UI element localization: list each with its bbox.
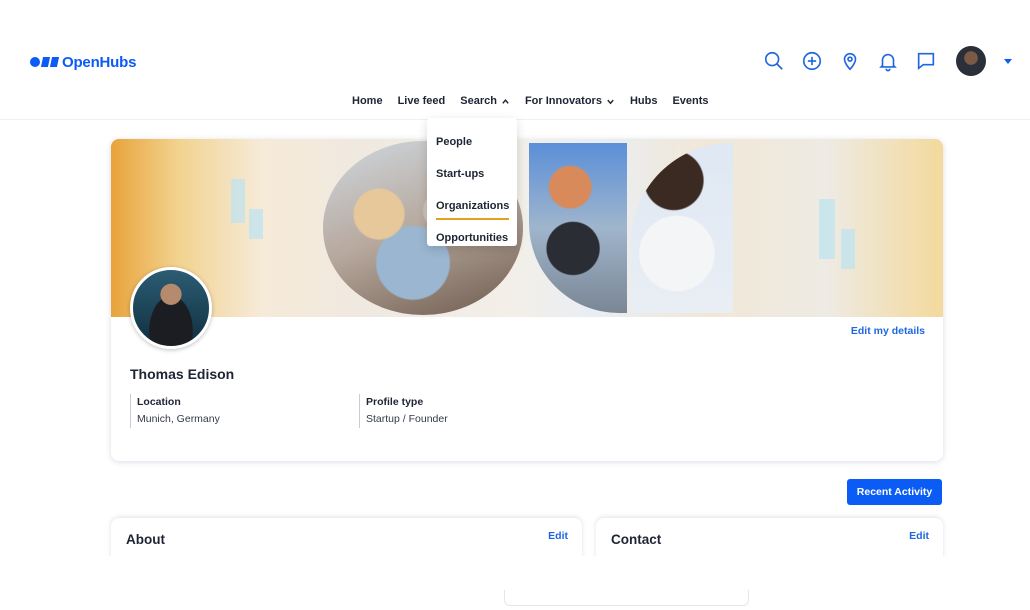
profile-name: Thomas Edison <box>130 366 235 382</box>
user-avatar[interactable] <box>956 46 986 76</box>
location-value: Munich, Germany <box>137 413 220 425</box>
search-dropdown-menu: People Start-ups Organizations Opportuni… <box>427 118 517 246</box>
nav-label: Events <box>672 95 709 107</box>
search-icon[interactable] <box>762 49 786 73</box>
dropdown-item-start-ups[interactable]: Start-ups <box>427 158 517 190</box>
dropdown-item-organizations[interactable]: Organizations <box>427 190 517 222</box>
about-edit-link[interactable]: Edit <box>548 530 568 542</box>
nav-label: Hubs <box>629 95 658 107</box>
openhubs-logo[interactable]: OpenHubs <box>30 52 136 72</box>
location-field: Location Munich, Germany <box>130 394 220 428</box>
cover-decoration <box>841 229 855 269</box>
dropdown-item-people[interactable]: People <box>427 126 517 158</box>
main-nav: Home Live feed Search For Innovators Hub… <box>352 95 709 107</box>
bell-icon[interactable] <box>876 49 900 73</box>
nav-label: Live feed <box>397 95 446 107</box>
cover-decoration <box>819 199 835 259</box>
edit-details-link[interactable]: Edit my details <box>851 325 925 337</box>
nav-label: Home <box>352 95 383 107</box>
bottom-tab-handle[interactable] <box>504 590 749 606</box>
cover-photo-woman <box>529 143 627 313</box>
dropdown-item-opportunities[interactable]: Opportunities <box>427 222 517 254</box>
profile-card: Edit my details Thomas Edison Location M… <box>111 139 943 461</box>
nav-events[interactable]: Events <box>672 95 708 107</box>
cover-decoration <box>231 179 245 223</box>
top-header: OpenHubs Home Live feed Search For Innov… <box>0 0 1030 120</box>
chevron-down-icon[interactable] <box>1004 58 1012 64</box>
nav-hubs[interactable]: Hubs <box>630 95 658 107</box>
about-title: About <box>126 532 165 547</box>
nav-for-innovators[interactable]: For Innovators <box>525 95 615 107</box>
nav-label: For Innovators <box>524 95 602 107</box>
add-circle-icon[interactable] <box>800 49 824 73</box>
contact-title: Contact <box>611 532 662 547</box>
nav-search[interactable]: Search <box>460 95 510 107</box>
cover-image <box>111 139 943 317</box>
recent-activity-button[interactable]: Recent Activity <box>847 479 942 505</box>
logo-mark-icon <box>30 57 60 67</box>
logo-text: OpenHubs <box>62 53 137 71</box>
chevron-down-icon <box>607 99 614 104</box>
cover-photo-man <box>631 143 733 313</box>
nav-home[interactable]: Home <box>352 95 383 107</box>
location-pin-icon[interactable] <box>838 49 862 73</box>
chevron-up-icon <box>502 98 509 104</box>
cover-decoration <box>249 209 263 239</box>
nav-live-feed[interactable]: Live feed <box>398 95 446 107</box>
nav-label: Search <box>460 95 497 107</box>
profile-type-label: Profile type <box>366 396 424 408</box>
chat-icon[interactable] <box>914 49 938 73</box>
profile-avatar[interactable] <box>130 267 212 349</box>
profile-type-field: Profile type Startup / Founder <box>359 394 448 428</box>
header-icons <box>762 46 1012 76</box>
location-label: Location <box>137 396 181 408</box>
contact-edit-link[interactable]: Edit <box>909 530 929 542</box>
profile-type-value: Startup / Founder <box>366 413 448 425</box>
